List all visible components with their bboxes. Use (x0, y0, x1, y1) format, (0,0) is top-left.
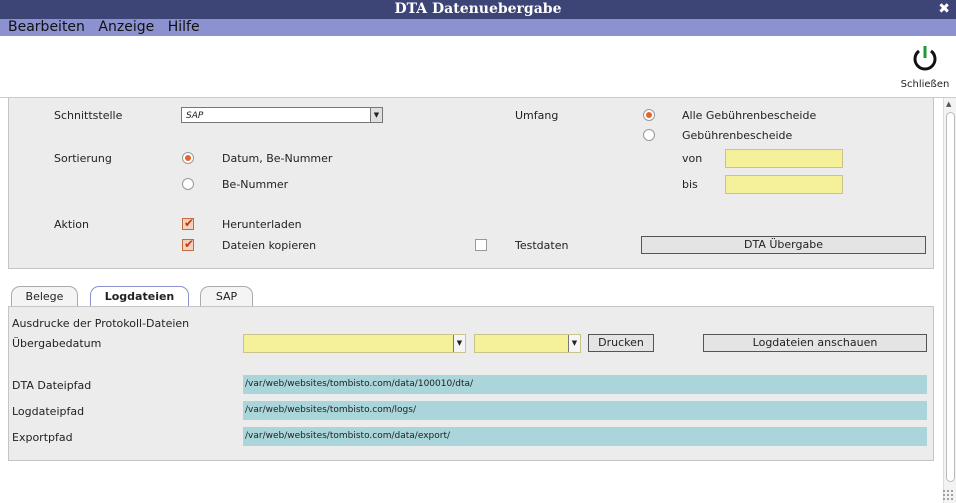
uebergabedatum-label: Übergabedatum (12, 337, 102, 350)
menu-hilfe[interactable]: Hilfe (168, 19, 200, 36)
log-path-label: Logdateipfad (12, 405, 85, 418)
chevron-down-icon: ▼ (370, 108, 382, 122)
von-input[interactable] (725, 149, 843, 168)
drucken-button[interactable]: Drucken (588, 334, 654, 352)
export-path-field[interactable]: /var/web/websites/tombisto.com/data/expo… (243, 427, 927, 446)
power-icon (913, 46, 937, 71)
umfang-opt1-label: Alle Gebührenbescheide (682, 109, 817, 122)
window-title: DTA Datenuebergabe (394, 1, 562, 17)
menu-anzeige[interactable]: Anzeige (98, 19, 154, 36)
umfang-radio-alle[interactable] (643, 109, 655, 121)
close-button-label: Schließen (900, 79, 950, 90)
title-bar: DTA Datenuebergabe ✖ (0, 0, 956, 19)
kopieren-checkbox[interactable] (182, 237, 194, 251)
logdateien-panel: Ausdrucke der Protokoll-Dateien Übergabe… (8, 306, 934, 461)
bis-label: bis (682, 178, 698, 191)
uebergabedatum-select[interactable]: ▼ (243, 334, 466, 353)
chevron-down-icon: ▼ (453, 335, 465, 352)
sort-radio-datum[interactable] (182, 152, 194, 164)
umfang-label: Umfang (515, 109, 559, 122)
aktion-opt2-label: Dateien kopieren (222, 239, 317, 252)
settings-panel: Schnittstelle SAP ▼ Sortierung Datum, Be… (8, 98, 934, 269)
logdateien-anschauen-button[interactable]: Logdateien anschauen (703, 334, 927, 352)
von-label: von (682, 152, 703, 165)
menu-bar: Bearbeiten Anzeige Hilfe (0, 19, 956, 36)
dta-uebergabe-button[interactable]: DTA Übergabe (641, 236, 926, 254)
scroll-up-icon[interactable]: ▲ (946, 100, 951, 108)
sort-opt2-label: Be-Nummer (222, 178, 289, 191)
scrollbar-thumb[interactable] (946, 112, 955, 482)
schnittstelle-label: Schnittstelle (54, 109, 123, 122)
tab-logdateien[interactable]: Logdateien (90, 286, 189, 307)
toolbar: Schließen (0, 36, 956, 98)
testdaten-checkbox[interactable] (475, 239, 487, 251)
close-icon[interactable]: ✖ (938, 0, 950, 19)
close-button[interactable]: Schließen (900, 42, 950, 90)
herunterladen-checkbox[interactable] (182, 216, 194, 230)
schnittstelle-select[interactable]: SAP ▼ (181, 107, 383, 123)
dta-path-label: DTA Dateipfad (12, 379, 92, 392)
chevron-down-icon: ▼ (568, 335, 580, 352)
schnittstelle-value: SAP (186, 111, 204, 121)
sort-radio-benummer[interactable] (182, 178, 194, 190)
sort-opt1-label: Datum, Be-Nummer (222, 152, 333, 165)
tab-belege[interactable]: Belege (11, 286, 78, 307)
umfang-opt2-label: Gebührenbescheide (682, 129, 793, 142)
log-heading: Ausdrucke der Protokoll-Dateien (12, 317, 190, 330)
tab-sap[interactable]: SAP (200, 286, 253, 307)
bis-input[interactable] (725, 175, 843, 194)
resize-grip-icon[interactable] (942, 489, 954, 501)
testdaten-label: Testdaten (515, 239, 569, 252)
aktion-label: Aktion (54, 218, 89, 231)
log-path-field[interactable]: /var/web/websites/tombisto.com/logs/ (243, 401, 927, 420)
aktion-opt1-label: Herunterladen (222, 218, 302, 231)
menu-bearbeiten[interactable]: Bearbeiten (8, 19, 85, 36)
export-path-label: Exportpfad (12, 431, 73, 444)
sortierung-label: Sortierung (54, 152, 112, 165)
vertical-scrollbar[interactable]: ▲ (943, 98, 956, 503)
logfile-select[interactable]: ▼ (474, 334, 581, 353)
dta-path-field[interactable]: /var/web/websites/tombisto.com/data/1000… (243, 375, 927, 394)
umfang-radio-gebuehren[interactable] (643, 129, 655, 141)
